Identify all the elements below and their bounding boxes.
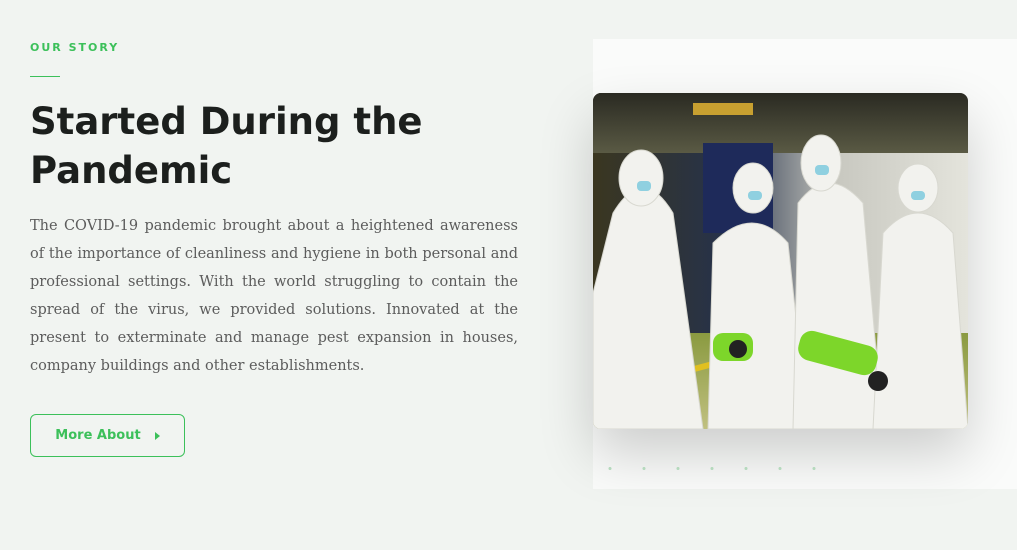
more-about-label: More About xyxy=(55,428,141,443)
caret-right-icon xyxy=(154,431,160,440)
eyebrow-divider xyxy=(30,76,60,77)
team-in-protective-suits-photo xyxy=(593,93,968,429)
section-eyebrow: OUR STORY xyxy=(30,41,120,54)
more-about-button[interactable]: More About xyxy=(30,414,185,457)
section-paragraph: The COVID-19 pandemic brought about a he… xyxy=(30,218,518,374)
decorative-dot-grid xyxy=(593,451,843,491)
section-title: Started During the Pandemic xyxy=(30,100,423,192)
